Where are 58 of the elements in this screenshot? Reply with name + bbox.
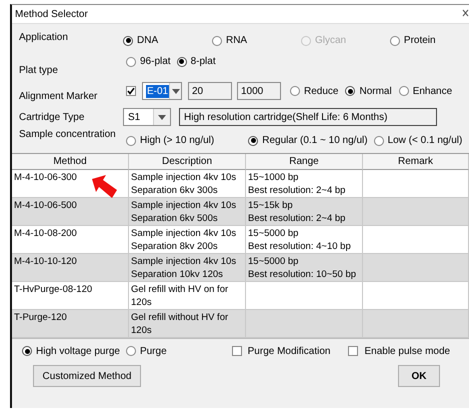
radio-button[interactable]: Regular (0.1 ~ 10 ng/ul) <box>248 135 368 146</box>
radio-indicator[interactable] <box>398 86 409 96</box>
field-label: Cartridge Type <box>19 112 86 122</box>
column-header[interactable]: Method <box>12 154 129 170</box>
radio-indicator[interactable] <box>123 36 133 46</box>
input-field[interactable]: 1000 <box>237 82 281 100</box>
column-header[interactable]: Range <box>246 154 363 170</box>
field-label: Sample concentration <box>19 129 117 140</box>
radio-indicator[interactable] <box>374 136 384 146</box>
radio-indicator[interactable] <box>126 136 136 146</box>
table-cell: Sample injection 4kv 10s Separation 10kv 120s <box>129 254 246 282</box>
checkbox[interactable]: Enable pulse mode <box>348 346 450 356</box>
table-cell: 15~15k bp Best resolution: 2~4 bp <box>246 198 363 226</box>
radio-button[interactable]: RNA <box>212 35 248 46</box>
radio-indicator[interactable] <box>212 36 222 46</box>
radio-button[interactable]: High voltage purge <box>22 346 120 356</box>
table-cell: M-4-10-06-500 <box>12 198 129 226</box>
checkbox[interactable]: Purge Modification <box>232 346 330 356</box>
radio-button[interactable]: 96-plat <box>126 56 171 67</box>
column-header[interactable]: Remark <box>363 154 469 170</box>
ok-button[interactable]: OK <box>398 365 440 387</box>
radio-indicator[interactable] <box>248 136 258 146</box>
table-cell: Sample injection 4kv 10s Separation 6kv 500s <box>129 198 246 226</box>
radio-button[interactable]: High (> 10 ng/ul) <box>126 135 214 146</box>
column-header[interactable]: Description <box>129 154 246 170</box>
field-label: Alignment Marker <box>19 91 98 102</box>
window-title: Method Selector <box>15 8 88 20</box>
cartridge-description: High resolution cartridge(Shelf Life: 6 Months) <box>179 108 437 126</box>
radio-button[interactable]: 8-plat <box>176 56 216 67</box>
radio-button[interactable]: Enhance <box>398 86 452 96</box>
radio-indicator[interactable] <box>290 86 300 96</box>
radio-indicator[interactable] <box>390 36 400 46</box>
close-icon[interactable] <box>462 8 469 16</box>
radio-indicator[interactable] <box>176 56 187 66</box>
field-label: Plat type <box>19 65 59 76</box>
radio-indicator[interactable] <box>22 346 32 356</box>
input-field[interactable]: 20 <box>188 82 232 100</box>
dropdown[interactable]: S1 <box>123 108 171 126</box>
caret-icon <box>158 114 166 120</box>
radio-indicator[interactable] <box>126 346 136 356</box>
caret-icon <box>172 88 180 94</box>
radio-indicator[interactable] <box>126 56 136 66</box>
field-label: Application <box>19 32 69 43</box>
table-cell: 15~5000 bp Best resolution: 10~50 bp <box>246 254 363 282</box>
customized-method-button[interactable]: Customized Method <box>33 365 141 387</box>
radio-button[interactable]: Purge <box>126 346 167 356</box>
radio-button[interactable]: Normal <box>345 86 392 96</box>
radio-button[interactable]: DNA <box>123 35 158 46</box>
table-cell: T-Purge-120 <box>12 310 129 338</box>
pointer-arrow <box>92 175 118 199</box>
radio-button[interactable]: Reduce <box>290 86 338 96</box>
radio-indicator[interactable] <box>345 86 356 96</box>
radio-button[interactable]: Protein <box>390 35 436 46</box>
dropdown[interactable]: E-01 <box>142 82 182 100</box>
checkbox[interactable] <box>126 86 136 96</box>
table-cell: Gel refill without HV for 120s <box>129 310 246 338</box>
radio-button[interactable]: Low (< 0.1 ng/ul) <box>374 135 462 146</box>
table-cell: M-4-10-10-120 <box>12 254 129 282</box>
